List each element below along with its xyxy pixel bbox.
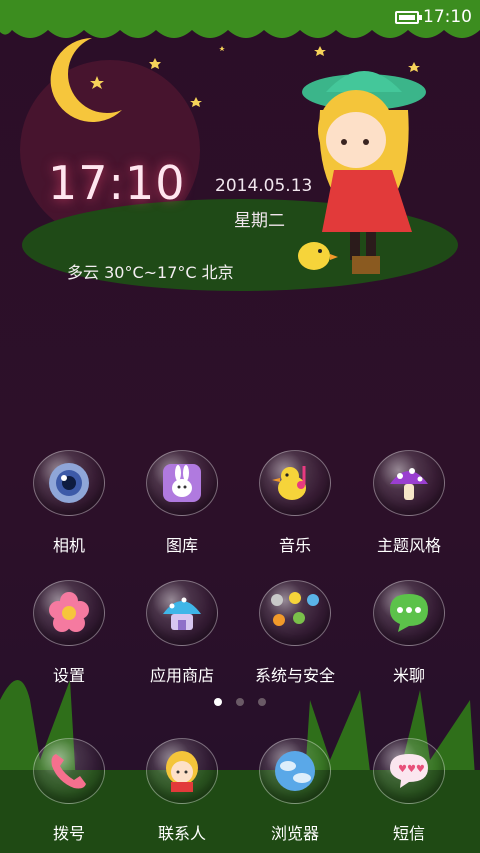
phone-icon <box>33 738 105 804</box>
app-settings[interactable]: 设置 <box>14 580 124 700</box>
page-dot-3[interactable] <box>258 698 266 706</box>
app-label: 短信 <box>392 824 425 843</box>
page-indicator[interactable] <box>0 698 480 706</box>
dock-browser[interactable]: 浏览器 <box>240 738 350 853</box>
app-label: 应用商店 <box>149 666 214 685</box>
app-theme[interactable]: 主题风格 <box>354 450 464 570</box>
miliao-icon <box>373 580 445 646</box>
dock-phone[interactable]: 拨号 <box>14 738 124 853</box>
dock-contacts[interactable]: 联系人 <box>127 738 237 853</box>
app-music[interactable]: 音乐 <box>240 450 350 570</box>
status-bar: 17:10 <box>0 0 480 34</box>
status-time: 17:10 <box>423 7 472 27</box>
settings-icon <box>33 580 105 646</box>
app-label: 拨号 <box>52 824 85 843</box>
page-dot-1[interactable] <box>214 698 222 706</box>
app-label: 米聊 <box>392 666 425 685</box>
app-camera[interactable]: 相机 <box>14 450 124 570</box>
app-system-security[interactable]: 系统与安全 <box>240 580 350 700</box>
app-label: 主题风格 <box>376 536 441 555</box>
app-store[interactable]: 应用商店 <box>127 580 237 700</box>
contacts-icon <box>146 738 218 804</box>
app-label: 设置 <box>52 666 85 685</box>
app-label: 浏览器 <box>270 824 319 843</box>
app-miliao[interactable]: 米聊 <box>354 580 464 700</box>
music-icon <box>259 450 331 516</box>
app-gallery[interactable]: 图库 <box>127 450 237 570</box>
messages-icon: ♥♥♥ <box>373 738 445 804</box>
app-label: 图库 <box>165 536 198 555</box>
camera-icon <box>33 450 105 516</box>
system-security-icon <box>259 580 331 646</box>
app-label: 系统与安全 <box>254 666 335 685</box>
svg-text:♥♥♥: ♥♥♥ <box>398 764 425 775</box>
gallery-icon <box>146 450 218 516</box>
theme-icon <box>373 450 445 516</box>
app-label: 联系人 <box>157 824 206 843</box>
app-store-icon <box>146 580 218 646</box>
app-label: 音乐 <box>278 536 311 555</box>
battery-full-icon <box>395 10 422 24</box>
clock-time: 17:10 <box>48 156 186 210</box>
dock: 拨号 联系人 浏览器 ♥♥♥ 短信 <box>0 738 480 853</box>
dock-messages[interactable]: ♥♥♥ 短信 <box>354 738 464 853</box>
clock-date: 2014.05.13 <box>215 176 313 196</box>
clock-weekday: 星期二 <box>234 211 285 231</box>
page-dot-2[interactable] <box>236 698 244 706</box>
browser-icon <box>259 738 331 804</box>
app-label: 相机 <box>52 536 85 555</box>
weather-text: 多云 30°C~17°C 北京 <box>67 263 234 282</box>
clock-widget[interactable]: 17:10 2014.05.13 星期二 多云 30°C~17°C 北京 <box>0 34 480 304</box>
